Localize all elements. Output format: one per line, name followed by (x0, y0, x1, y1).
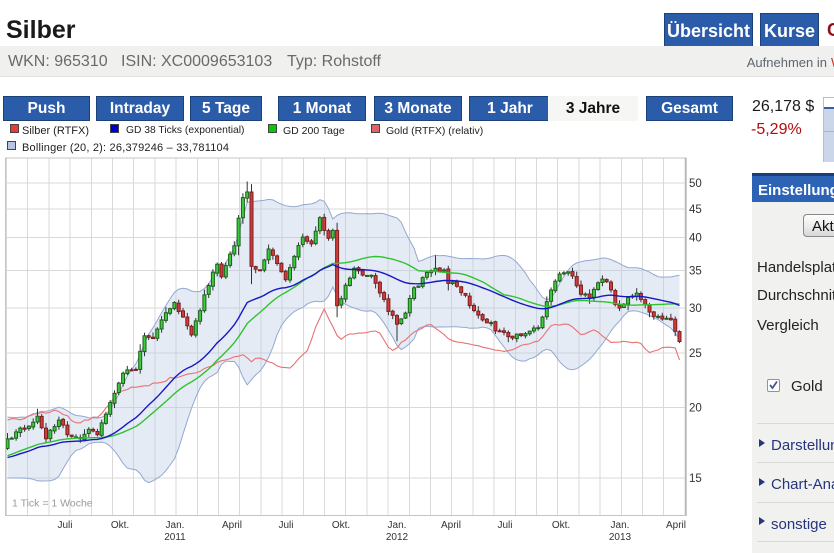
svg-text:2013: 2013 (609, 532, 632, 543)
svg-text:Jan.: Jan. (388, 520, 407, 531)
svg-text:Juli: Juli (57, 520, 72, 531)
svg-text:April: April (666, 520, 686, 531)
svg-text:April: April (222, 520, 242, 531)
svg-text:25: 25 (689, 348, 702, 360)
svg-text:Jan.: Jan. (166, 520, 185, 531)
svg-text:50: 50 (689, 178, 702, 190)
svg-text:1 Tick = 1 Woche: 1 Tick = 1 Woche (12, 498, 93, 510)
svg-text:2011: 2011 (164, 532, 186, 543)
svg-text:Jan.: Jan. (611, 520, 630, 531)
svg-text:Juli: Juli (278, 520, 293, 531)
svg-text:April: April (441, 520, 461, 531)
svg-text:35: 35 (689, 265, 702, 277)
svg-text:Okt.: Okt. (332, 520, 350, 531)
svg-text:15: 15 (689, 473, 702, 485)
svg-text:2012: 2012 (386, 532, 409, 543)
svg-text:Okt.: Okt. (111, 520, 129, 531)
svg-text:45: 45 (689, 204, 702, 216)
svg-text:40: 40 (689, 233, 702, 245)
svg-text:20: 20 (689, 403, 702, 415)
svg-text:Juli: Juli (497, 520, 512, 531)
svg-text:Okt.: Okt. (552, 520, 570, 531)
svg-text:30: 30 (689, 303, 702, 315)
